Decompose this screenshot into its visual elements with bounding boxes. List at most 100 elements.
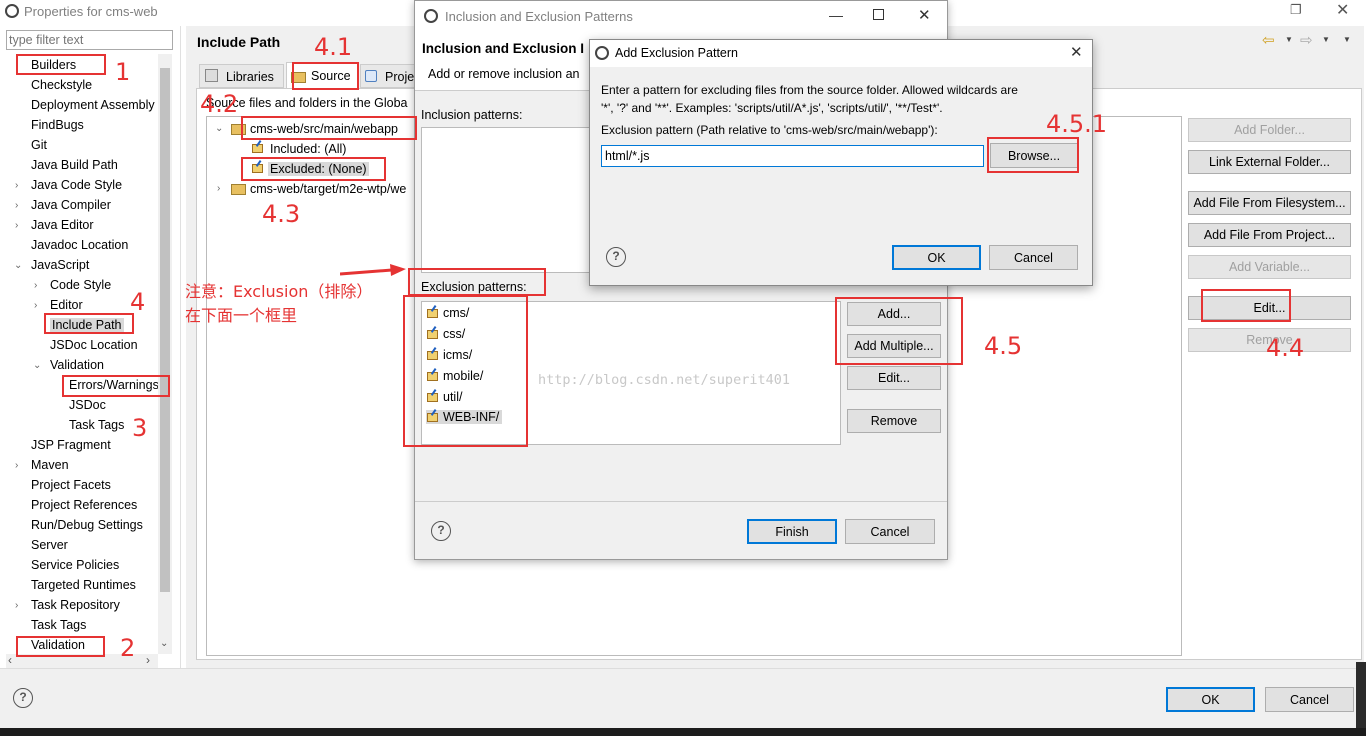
tree-item-server[interactable]: Server [31,538,68,552]
app-icon [595,46,609,60]
tree-item-java-editor[interactable]: Java Editor [31,218,94,232]
tree-item-jsdoc[interactable]: JSDoc [69,398,106,412]
tree-item-project-references[interactable]: Project References [31,498,137,512]
tree-item-task-repository[interactable]: Task Repository [31,598,120,612]
tab-libraries[interactable]: Libraries [199,64,284,88]
app-icon [424,9,438,23]
link-external-folder-button[interactable]: Link External Folder... [1188,150,1351,174]
tree-item-service-policies[interactable]: Service Policies [31,558,119,572]
chevron-down-icon[interactable]: ⌄ [14,260,22,271]
annotation-note-2: 在下面一个框里 [185,306,298,325]
highlight-exclusion-label [408,268,546,296]
tree-item-task-tags-js[interactable]: Task Tags [69,418,124,432]
ok-button[interactable]: OK [1166,687,1255,712]
close-icon[interactable]: ✕ [1070,43,1083,61]
highlight-excluded [241,157,386,181]
tree-item-findbugs[interactable]: FindBugs [31,118,84,132]
dropdown-icon[interactable]: ▼ [1322,35,1330,44]
tree-item-run-debug-settings[interactable]: Run/Debug Settings [31,518,143,532]
tree-item-editor[interactable]: Editor [50,298,83,312]
close-icon[interactable]: ✕ [1336,0,1349,20]
annotation-4-2: 4.2 [200,90,239,118]
taskbar-strip [0,728,1366,736]
highlight-source-tab [292,62,359,90]
exclusion-pattern-input[interactable] [601,145,984,167]
chevron-right-icon[interactable]: › [15,460,18,471]
dialog-heading: Inclusion and Exclusion I [422,41,585,56]
ok-button[interactable]: OK [892,245,981,270]
watermark: http://blog.csdn.net/superit401 [538,372,790,388]
chevron-right-icon[interactable]: › [15,200,18,211]
source-folder-target[interactable]: cms-web/target/m2e-wtp/we [231,182,417,196]
window-title: Properties for cms-web [24,4,158,19]
tree-item-validation-js[interactable]: Validation [50,358,104,372]
tree-item-git[interactable]: Git [31,138,47,152]
scroll-left-icon[interactable]: ‹ [8,653,12,667]
scrollbar-thumb[interactable] [160,68,170,592]
chevron-right-icon[interactable]: › [34,280,37,291]
tab-projects[interactable]: Proje [360,64,416,88]
tree-item-javascript[interactable]: JavaScript [31,258,89,272]
scroll-right-icon[interactable]: › [146,653,150,667]
tree-item-java-compiler[interactable]: Java Compiler [31,198,111,212]
annotation-4: 4 [130,288,146,316]
remove-pattern-button[interactable]: Remove [847,409,941,433]
tree-item-targeted-runtimes[interactable]: Targeted Runtimes [31,578,136,592]
dialog-title: Inclusion and Exclusion Patterns [445,9,633,24]
cancel-button[interactable]: Cancel [989,245,1078,270]
annotation-3: 3 [132,414,148,442]
cancel-button[interactable]: Cancel [1265,687,1354,712]
tree-item-jsdoc-location[interactable]: JSDoc Location [50,338,138,352]
projects-icon [365,70,377,82]
tree-item-code-style[interactable]: Code Style [50,278,111,292]
included-label[interactable]: Included: (All) [270,142,346,156]
tree-item-java-build-path[interactable]: Java Build Path [31,158,118,172]
finish-button[interactable]: Finish [747,519,837,544]
help-icon[interactable]: ? [13,688,33,708]
tree-scrollbar[interactable]: ⌄ [158,54,172,654]
filter-input[interactable] [6,30,173,50]
help-icon[interactable]: ? [431,521,451,541]
chevron-right-icon[interactable]: › [217,183,220,194]
chevron-right-icon[interactable]: › [15,220,18,231]
add-folder-button[interactable]: Add Folder... [1188,118,1351,142]
maximize-icon[interactable] [873,9,884,20]
tree-item-checkstyle[interactable]: Checkstyle [31,78,92,92]
annotation-4-3: 4.3 [262,200,301,228]
add-variable-button[interactable]: Add Variable... [1188,255,1351,279]
tree-item-maven[interactable]: Maven [31,458,69,472]
close-icon[interactable]: ✕ [918,6,931,24]
annotation-4-5: 4.5 [984,332,1023,360]
cancel-button[interactable]: Cancel [845,519,935,544]
tree-item-project-facets[interactable]: Project Facets [31,478,111,492]
edit-pattern-button[interactable]: Edit... [847,366,941,390]
scroll-down-icon[interactable]: ⌄ [160,638,168,649]
add-file-from-filesystem-button[interactable]: Add File From Filesystem... [1188,191,1351,215]
dialog-separator [415,501,947,502]
tree-item-jsp-fragment[interactable]: JSP Fragment [31,438,111,452]
restore-icon[interactable]: ❐ [1290,2,1302,18]
annotation-1: 1 [115,58,131,86]
add-file-from-project-button[interactable]: Add File From Project... [1188,223,1351,247]
dropdown-icon[interactable]: ▼ [1285,35,1293,44]
chevron-right-icon[interactable]: › [15,600,18,611]
chevron-right-icon[interactable]: › [34,300,37,311]
chevron-right-icon[interactable]: › [15,180,18,191]
tree-item-deployment-assembly[interactable]: Deployment Assembly [31,98,155,112]
tab-libraries-label: Libraries [226,70,274,84]
sash[interactable] [180,26,181,668]
minimize-icon[interactable]: — [829,7,843,23]
annotation-4-5-1: 4.5.1 [1046,110,1108,138]
tree-item-javadoc-location[interactable]: Javadoc Location [31,238,128,252]
back-icon[interactable]: ⇦ [1262,31,1275,49]
highlight-errors-warnings [62,375,170,397]
highlight-browse-button [987,137,1079,173]
help-icon[interactable]: ? [606,247,626,267]
dialog-description: Add or remove inclusion an [428,67,580,81]
forward-icon[interactable]: ⇨ [1300,31,1313,49]
tree-item-java-code-style[interactable]: Java Code Style [31,178,122,192]
menu-icon[interactable]: ▼ [1343,35,1351,44]
tree-item-task-tags[interactable]: Task Tags [31,618,86,632]
chevron-down-icon[interactable]: ⌄ [33,360,41,371]
chevron-down-icon[interactable]: ⌄ [215,123,223,134]
